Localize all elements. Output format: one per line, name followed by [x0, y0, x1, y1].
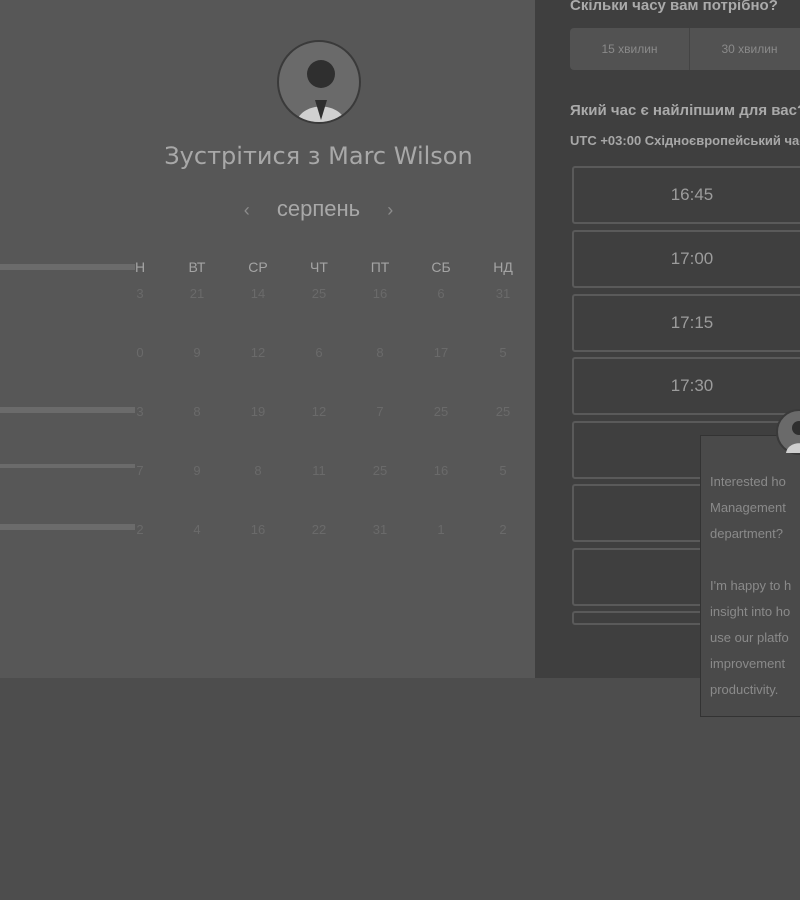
time-slot-label: 17:30 [670, 376, 714, 395]
time-slot[interactable]: 17:00 [572, 230, 800, 288]
day-cell[interactable]: 31 [483, 286, 523, 301]
duration-selector: 15 хвилин 30 хвилин [570, 28, 800, 70]
duration-question: Скільки часу вам потрібно? [570, 0, 778, 14]
time-slot[interactable]: 16:45 [572, 166, 800, 224]
day-cell[interactable]: 7 [360, 404, 400, 419]
day-cell[interactable]: 17 [421, 345, 461, 360]
timezone-label: UTC +03:00 Східноєвропейський час [570, 133, 800, 148]
month-label: серпень [276, 196, 361, 221]
day-cell[interactable]: 5 [483, 345, 523, 360]
duration-option-30[interactable]: 30 хвилин [690, 28, 800, 70]
day-cell[interactable]: 19 [238, 404, 278, 419]
day-cell[interactable]: 2 [483, 522, 523, 537]
day-cell[interactable]: 11 [299, 463, 339, 478]
row-divider [0, 464, 135, 468]
day-cell[interactable]: 14 [238, 286, 278, 301]
chat-line: department? [710, 526, 783, 541]
next-month-button[interactable]: › [378, 200, 402, 221]
weekday-label: ВТ [188, 259, 206, 275]
chat-line: productivity. [710, 682, 779, 697]
weekday-label: СБ [431, 259, 451, 275]
weekday-label: ЧТ [310, 259, 328, 275]
chat-line: insight into ho [710, 604, 791, 619]
day-cell[interactable]: 25 [299, 286, 339, 301]
chat-avatar [776, 409, 800, 455]
time-slot-label: 17:00 [670, 249, 714, 268]
time-slot-label: 17:15 [670, 313, 714, 332]
calendar-panel [0, 0, 535, 678]
chat-line: use our platfo [710, 630, 789, 645]
day-cell[interactable]: 6 [299, 345, 339, 360]
prev-month-button[interactable]: ‹ [235, 200, 259, 221]
day-cell[interactable]: 22 [299, 522, 339, 537]
time-slot[interactable]: 17:15 [572, 294, 800, 352]
row-divider [0, 524, 135, 530]
time-question: Який час є найліпшим для вас? [570, 102, 800, 119]
row-divider [0, 407, 135, 413]
time-slot-label: 16:45 [670, 185, 714, 204]
weekday-label: ПТ [370, 259, 390, 275]
chat-line: Management [710, 500, 786, 515]
chat-line [710, 547, 800, 573]
day-cell[interactable]: 4 [177, 522, 217, 537]
day-cell[interactable]: 0 [120, 345, 160, 360]
person-icon [786, 421, 800, 453]
day-cell[interactable]: 7 [120, 463, 160, 478]
day-cell[interactable]: 25 [360, 463, 400, 478]
day-cell[interactable]: 3 [120, 404, 160, 419]
chat-line: improvement [710, 656, 786, 671]
day-cell[interactable]: 8 [360, 345, 400, 360]
day-cell[interactable]: 9 [177, 463, 217, 478]
day-cell[interactable]: 16 [360, 286, 400, 301]
day-cell[interactable]: 16 [421, 463, 461, 478]
day-cell[interactable]: 16 [238, 522, 278, 537]
day-cell[interactable]: 25 [421, 404, 461, 419]
day-cell[interactable]: 8 [177, 404, 217, 419]
person-icon [296, 60, 346, 122]
time-slot[interactable]: 17:30 [572, 357, 800, 415]
day-cell[interactable]: 12 [299, 404, 339, 419]
day-cell[interactable]: 3 [120, 286, 160, 301]
day-cell[interactable]: 31 [360, 522, 400, 537]
day-cell[interactable]: 2 [120, 522, 160, 537]
weekday-label: СР [248, 259, 268, 275]
day-cell[interactable]: 5 [483, 463, 523, 478]
host-avatar [277, 40, 361, 124]
day-cell[interactable]: 1 [421, 522, 461, 537]
day-cell[interactable]: 6 [421, 286, 461, 301]
chat-message: Interested ho Management department? I'm… [710, 469, 800, 703]
row-divider [0, 264, 135, 270]
chat-line: Interested ho [710, 474, 786, 489]
day-cell[interactable]: 12 [238, 345, 278, 360]
day-cell[interactable]: 9 [177, 345, 217, 360]
chat-line: I'm happy to h [710, 578, 792, 593]
day-cell[interactable]: 25 [483, 404, 523, 419]
duration-option-15[interactable]: 15 хвилин [570, 28, 690, 70]
weekday-label: НД [493, 259, 513, 275]
day-cell[interactable]: 21 [177, 286, 217, 301]
day-cell[interactable]: 8 [238, 463, 278, 478]
